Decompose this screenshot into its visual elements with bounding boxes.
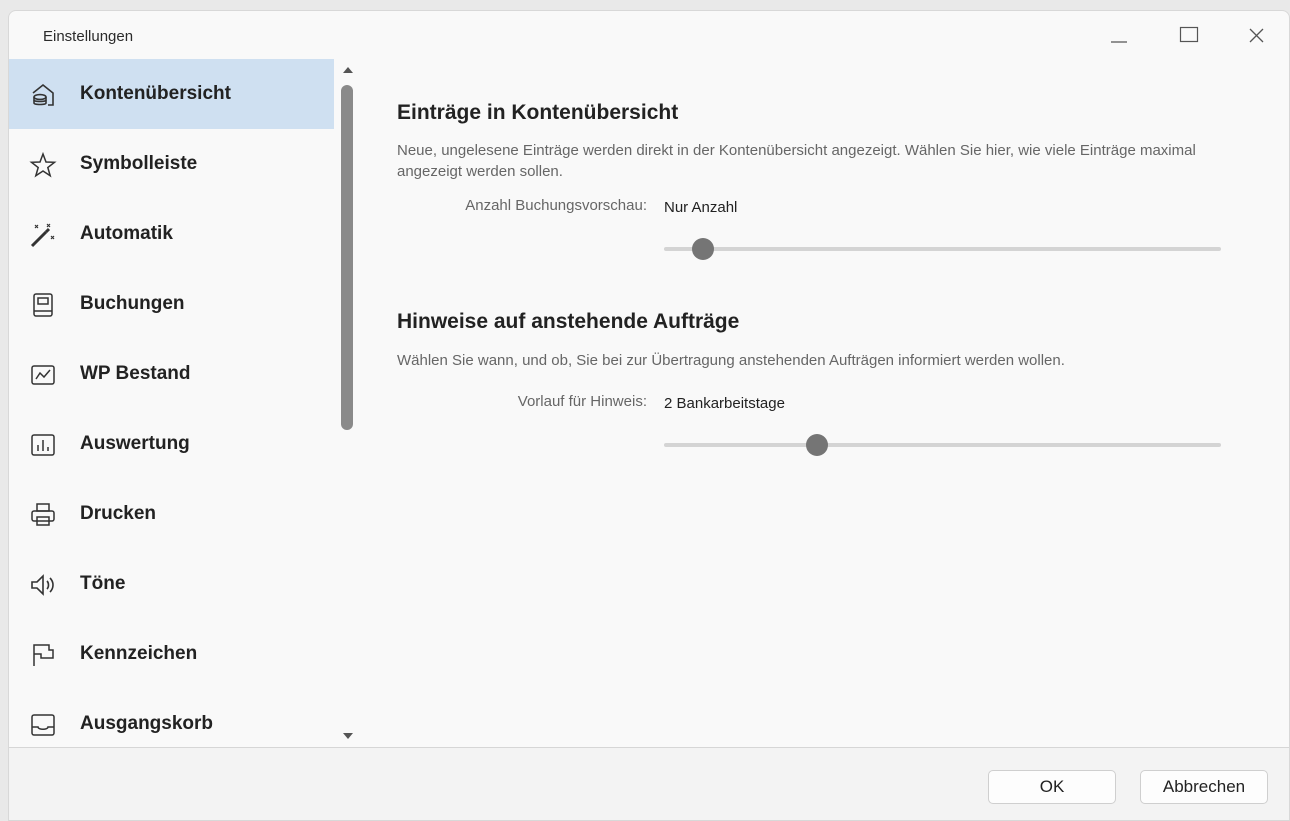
minimize-icon xyxy=(1111,41,1127,43)
section-heading: Hinweise auf anstehende Aufträge xyxy=(397,310,740,333)
minimize-button[interactable] xyxy=(1097,21,1141,51)
sidebar-item-automatik[interactable]: Automatik xyxy=(9,199,334,269)
star-icon xyxy=(28,151,58,179)
maximize-button[interactable] xyxy=(1167,21,1211,51)
close-button[interactable] xyxy=(1235,21,1279,51)
section-description: Neue, ungelesene Einträge werden direkt … xyxy=(397,142,1196,180)
sidebar-scrollbar[interactable] xyxy=(336,59,356,747)
slider-thumb[interactable] xyxy=(806,434,829,456)
ok-button[interactable]: OK xyxy=(988,770,1116,804)
preview-count-slider[interactable] xyxy=(664,238,1221,260)
dialog-footer: OK Abbrechen xyxy=(9,747,1289,820)
sidebar-item-label: Kennzeichen xyxy=(80,643,198,664)
sidebar-item-label: Kontenübersicht xyxy=(80,83,231,104)
settings-window: Einstellungen Kontenübersicht Symbolleis… xyxy=(8,10,1290,821)
sidebar-item-label: Automatik xyxy=(80,223,173,244)
sidebar-item-symbolleiste[interactable]: Symbolleiste xyxy=(9,129,334,199)
sidebar-item-drucken[interactable]: Drucken xyxy=(9,479,334,549)
maximize-icon xyxy=(1179,26,1199,43)
window-title: Einstellungen xyxy=(43,28,134,45)
sidebar-item-buchungen[interactable]: Buchungen xyxy=(9,269,334,339)
slider-thumb[interactable] xyxy=(691,238,714,260)
sidebar-item-label: Ausgangskorb xyxy=(80,713,214,734)
bar-chart-icon xyxy=(28,431,58,459)
line-chart-icon xyxy=(28,361,58,389)
sidebar-item-label: Töne xyxy=(80,573,126,594)
settings-content: Einträge in Kontenübersicht Neue, ungele… xyxy=(397,59,1277,747)
sidebar-item-wp-bestand[interactable]: WP Bestand xyxy=(9,339,334,409)
printer-icon xyxy=(28,501,58,529)
sidebar-item-ausgangskorb[interactable]: Ausgangskorb xyxy=(9,689,334,747)
field-value: Nur Anzahl xyxy=(664,199,738,216)
sidebar-item-auswertung[interactable]: Auswertung xyxy=(9,409,334,479)
sidebar-item-label: WP Bestand xyxy=(80,363,191,384)
magic-wand-icon xyxy=(28,221,58,249)
speaker-icon xyxy=(28,571,58,599)
field-label: Vorlauf für Hinweis: xyxy=(517,393,647,410)
sidebar-item-label: Drucken xyxy=(80,503,157,524)
title-bar: Einstellungen xyxy=(9,11,1289,59)
sidebar-item-label: Symbolleiste xyxy=(80,153,198,174)
settings-sidebar: Kontenübersicht Symbolleiste Automatik B… xyxy=(9,59,334,747)
field-value: 2 Bankarbeitstage xyxy=(664,395,785,412)
flag-icon xyxy=(28,641,58,669)
section-heading: Einträge in Kontenübersicht xyxy=(397,101,679,124)
sidebar-item-kennzeichen[interactable]: Kennzeichen xyxy=(9,619,334,689)
sidebar-item-kontenuebersicht[interactable]: Kontenübersicht xyxy=(9,59,334,129)
sidebar-item-label: Auswertung xyxy=(80,433,190,454)
notice-lead-time-slider[interactable] xyxy=(664,434,1221,456)
ledger-icon xyxy=(28,291,58,319)
close-icon xyxy=(1249,28,1264,43)
field-label: Anzahl Buchungsvorschau: xyxy=(465,197,647,214)
scroll-down-arrow-icon[interactable] xyxy=(343,733,353,739)
sidebar-item-label: Buchungen xyxy=(80,293,185,314)
scroll-up-arrow-icon[interactable] xyxy=(343,67,353,73)
section-description: Wählen Sie wann, und ob, Sie bei zur Übe… xyxy=(397,352,1065,369)
outbox-tray-icon xyxy=(28,711,58,739)
sidebar-item-toene[interactable]: Töne xyxy=(9,549,334,619)
account-overview-icon xyxy=(28,81,58,109)
scrollbar-thumb[interactable] xyxy=(341,85,353,430)
cancel-button[interactable]: Abbrechen xyxy=(1140,770,1268,804)
